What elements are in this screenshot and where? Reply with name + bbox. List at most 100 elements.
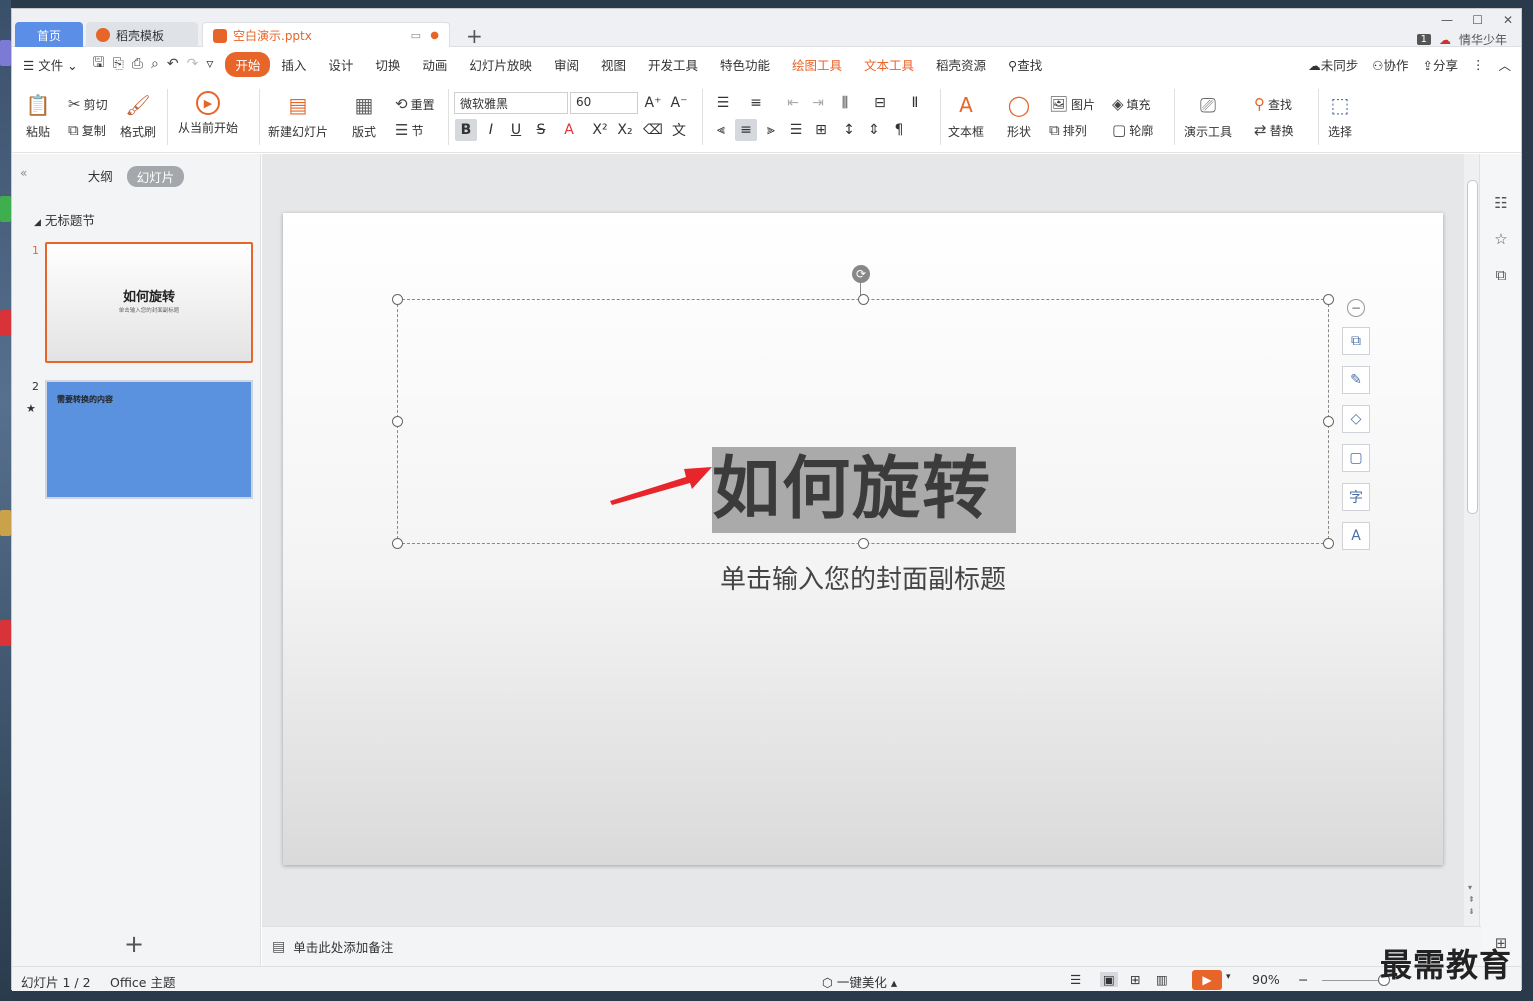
tab-insert[interactable]: 插入 [270, 55, 317, 74]
notes-view-icon[interactable]: ☰ [1070, 972, 1081, 987]
play-from-current-button[interactable]: ▶ 从当前开始 [178, 91, 238, 136]
print-preview-icon[interactable]: ⌕ [147, 56, 163, 72]
play-options-icon[interactable]: ▾ [1226, 972, 1231, 982]
save-icon[interactable]: 🖫 [89, 52, 109, 76]
select-button[interactable]: ⬚ 选择 [1326, 91, 1354, 140]
text-effect-icon[interactable]: 字 [1342, 483, 1370, 511]
minimize-button[interactable]: — [1441, 13, 1453, 27]
tab-docer-templates[interactable]: 稻壳模板 [86, 22, 198, 48]
decrease-font-icon[interactable]: A⁻ [668, 92, 690, 114]
sorter-view-icon[interactable]: ⊞ [1130, 972, 1140, 987]
shape-button[interactable]: ◯ 形状 [1005, 91, 1033, 140]
scrollbar-thumb[interactable] [1467, 180, 1478, 514]
tab-text-tools[interactable]: 文本工具 [853, 55, 925, 74]
cut-button[interactable]: ✂ 剪切 [68, 95, 108, 113]
columns-icon[interactable]: ⫼ [834, 92, 856, 114]
new-tab-button[interactable]: + [466, 24, 483, 48]
align-center-icon[interactable]: ≡ [735, 119, 757, 141]
page-nav-icon[interactable]: ▾ ⇞ ⇟ [1468, 882, 1475, 918]
tab-review[interactable]: 审阅 [543, 55, 590, 74]
star-icon[interactable]: ☆ [1491, 230, 1511, 250]
layout-button[interactable]: ▦ 版式 [350, 91, 378, 140]
arrange-button[interactable]: ⧉ 排列 [1049, 121, 1087, 139]
paragraph-spacing-icon[interactable]: ⇕ [863, 119, 885, 141]
font-color-icon[interactable]: A [558, 119, 580, 141]
resize-handle[interactable] [392, 416, 403, 427]
reading-view-icon[interactable]: ▥ [1156, 972, 1168, 987]
file-menu[interactable]: ☰ 文件 ⌄ [12, 55, 89, 74]
normal-view-icon[interactable]: ▣ [1100, 972, 1118, 987]
outline-button[interactable]: ▢ 轮廓 [1112, 121, 1153, 139]
monitor-icon[interactable]: ▭ [411, 29, 421, 42]
slide-subtitle[interactable]: 单击输入您的封面副标题 [283, 559, 1443, 596]
numbered-list-icon[interactable]: ≡ [745, 92, 767, 114]
beautify-button[interactable]: ⬡ 一键美化 ▴ [822, 972, 897, 991]
tab-transition[interactable]: 切换 [364, 55, 411, 74]
desktop-app-icon[interactable] [0, 510, 11, 536]
zoom-level[interactable]: 90% [1252, 972, 1280, 987]
tab-home[interactable]: 首页 [15, 22, 83, 48]
slide-thumbnail-1[interactable]: 如何旋转 单击输入您的封面副标题 [45, 242, 253, 363]
notes-pane[interactable]: ▤ 单击此处添加备注 [262, 926, 1481, 966]
justify-icon[interactable]: ☰ [785, 119, 807, 141]
fill-icon[interactable]: ◇ [1342, 405, 1370, 433]
presentation-tools-button[interactable]: ⎚ 演示工具 [1184, 91, 1232, 140]
align-left-icon[interactable]: ⫷ [710, 119, 732, 141]
window-count-badge[interactable]: 1 [1416, 34, 1431, 45]
format-painter-button[interactable]: 🖌 格式刷 [120, 91, 156, 140]
tab-slideshow[interactable]: 幻灯片放映 [458, 55, 543, 74]
redo-icon[interactable]: ↷ [183, 56, 203, 72]
superscript-icon[interactable]: X² [589, 119, 611, 141]
tab-animation[interactable]: 动画 [411, 55, 458, 74]
replace-button[interactable]: ⇄ 替换 [1254, 121, 1294, 139]
text-format-icon[interactable]: A [1342, 522, 1370, 550]
font-name-select[interactable]: 微软雅黑 [454, 92, 568, 114]
distribute-icon[interactable]: ⊞ [810, 119, 832, 141]
resize-handle[interactable] [1323, 416, 1334, 427]
collapse-toolbar-icon[interactable]: − [1347, 299, 1365, 317]
tab-outline[interactable]: 大纲 [88, 166, 113, 187]
tab-view[interactable]: 视图 [590, 55, 637, 74]
collaborate-button[interactable]: ⚇协作 [1372, 55, 1408, 74]
bold-icon[interactable]: B [455, 119, 477, 141]
fill-button[interactable]: ◈ 填充 [1112, 95, 1151, 113]
zoom-slider[interactable] [1322, 980, 1382, 981]
decrease-indent-icon[interactable]: ⇤ [782, 92, 804, 114]
font-size-select[interactable]: 60 [570, 92, 638, 114]
section-button[interactable]: ☰ 节 [395, 121, 423, 139]
collapse-ribbon-icon[interactable]: ︿ [1498, 55, 1511, 74]
resize-handle[interactable] [858, 294, 869, 305]
increase-indent-icon[interactable]: ⇥ [807, 92, 829, 114]
slideshow-play-button[interactable]: ▶ [1192, 970, 1222, 990]
slide-title[interactable]: 如何旋转 [712, 447, 1017, 533]
frame-icon[interactable]: ▢ [1342, 444, 1370, 472]
rotate-handle-icon[interactable]: ⟳ [852, 265, 870, 283]
line-spacing-icon[interactable]: ↕ [838, 119, 860, 141]
phonetic-guide-icon[interactable]: 文 [668, 119, 690, 141]
resize-handle[interactable] [1323, 294, 1334, 305]
bullet-list-icon[interactable]: ☰ [712, 92, 734, 114]
section-header[interactable]: ◢ 无标题节 [34, 210, 95, 229]
more-icon[interactable]: ⋮ [1472, 57, 1485, 72]
reset-button[interactable]: ⟲ 重置 [395, 95, 435, 113]
export-icon[interactable]: ⎘ [109, 56, 128, 72]
copy-doc-icon[interactable]: ⧉ [1491, 266, 1511, 286]
increase-font-icon[interactable]: A⁺ [642, 92, 664, 114]
zoom-out-icon[interactable]: − [1298, 972, 1308, 987]
tab-document[interactable]: 空白演示.pptx ▭ ● [202, 22, 450, 48]
paragraph-settings-icon[interactable]: ¶ [888, 119, 910, 141]
paste-button[interactable]: 📋 粘贴 [24, 91, 52, 140]
user-name[interactable]: 情华少年 [1459, 31, 1507, 48]
sync-button[interactable]: ☁未同步 [1308, 55, 1358, 74]
picture-button[interactable]: 🖼 图片 [1049, 95, 1095, 113]
search-menu[interactable]: ⚲查找 [997, 55, 1053, 74]
text-box-margin-icon[interactable]: ⊟ [869, 92, 891, 114]
tab-start[interactable]: 开始 [225, 51, 271, 77]
strikethrough-icon[interactable]: S [530, 119, 552, 141]
find-button[interactable]: ⚲ 查找 [1254, 95, 1292, 113]
resize-handle[interactable] [392, 294, 403, 305]
underline-icon[interactable]: U [505, 119, 527, 141]
italic-icon[interactable]: I [480, 119, 502, 141]
resize-handle[interactable] [1323, 538, 1334, 549]
current-slide[interactable]: ⟳ 如何旋转 单击输入您的封面副标题 − ⧉ ✎ ◇ ▢ 字 A [283, 213, 1443, 865]
